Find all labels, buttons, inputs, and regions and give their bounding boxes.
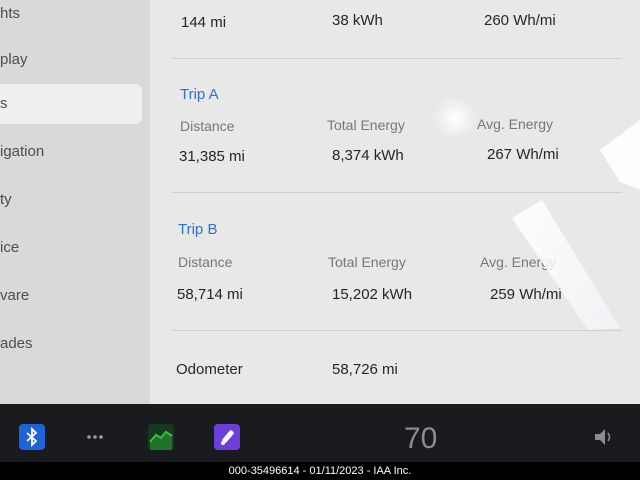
last-charge-distance: 144 mi <box>181 14 227 31</box>
sidebar-item-label: igation <box>0 143 45 160</box>
sidebar-item-trips[interactable]: s <box>0 84 142 124</box>
sidebar-item-label: vare <box>0 287 30 304</box>
sidebar-item-label: play <box>0 51 28 68</box>
trip-a-energy-header: Total Energy <box>327 117 405 133</box>
toybox-icon[interactable] <box>214 424 240 450</box>
trip-a-distance: 31,385 mi <box>179 148 245 165</box>
odometer-label: Odometer <box>176 361 243 378</box>
sidebar-item-label: ades <box>0 335 33 352</box>
trip-b-avg-energy: 259 Wh/mi <box>490 286 562 303</box>
sidebar-item-display[interactable]: play <box>0 40 142 80</box>
trip-b-distance: 58,714 mi <box>177 286 243 303</box>
trip-b-title[interactable]: Trip B <box>178 221 217 238</box>
sidebar-item-service[interactable]: ice <box>0 228 142 268</box>
taskbar: 70 <box>0 404 640 462</box>
trip-a-avg-energy: 267 Wh/mi <box>487 146 559 163</box>
sidebar-item-label: ty <box>0 191 12 208</box>
divider <box>172 330 622 331</box>
last-charge-total-energy: 38 kWh <box>332 12 383 29</box>
speed-readout: 70 <box>404 422 438 455</box>
trip-a-avg-header: Avg. Energy <box>477 116 554 132</box>
more-dots-icon[interactable] <box>82 424 108 450</box>
sidebar-item-upgrades[interactable]: ades <box>0 324 142 364</box>
sidebar-item-safety[interactable]: ty <box>0 180 142 220</box>
trip-b-avg-header: Avg. Energy <box>480 254 557 270</box>
trip-b-distance-header: Distance <box>178 254 233 270</box>
image-caption: 000-35496614 - 01/11/2023 - IAA Inc. <box>0 462 640 480</box>
trip-a-total-energy: 8,374 kWh <box>332 147 404 164</box>
last-charge-avg-energy: 260 Wh/mi <box>484 12 556 29</box>
sidebar-item-label: ice <box>0 239 20 256</box>
trip-b-total-energy: 15,202 kWh <box>332 286 413 303</box>
trip-a-distance-header: Distance <box>180 118 235 134</box>
sidebar-item-label: hts <box>0 5 21 22</box>
bluetooth-glyph <box>26 426 38 448</box>
divider <box>172 192 622 193</box>
screen-glare <box>433 96 640 330</box>
trip-a-title[interactable]: Trip A <box>180 86 219 103</box>
volume-icon[interactable] <box>592 426 616 448</box>
divider <box>172 58 622 59</box>
settings-sidebar: hts play s igation ty ice vare ades <box>0 0 150 404</box>
odometer-value: 58,726 mi <box>332 361 398 378</box>
bluetooth-icon[interactable] <box>19 424 45 450</box>
sidebar-item-software[interactable]: vare <box>0 276 142 316</box>
sidebar-item-label: s <box>0 95 8 112</box>
trips-panel: 144 mi 38 kWh 260 Wh/mi Trip A Distance … <box>150 0 640 404</box>
sidebar-item-lights[interactable]: hts <box>0 0 142 34</box>
trip-b-energy-header: Total Energy <box>328 254 406 270</box>
sidebar-item-navigation[interactable]: igation <box>0 132 142 172</box>
energy-graph-icon[interactable] <box>148 424 174 450</box>
